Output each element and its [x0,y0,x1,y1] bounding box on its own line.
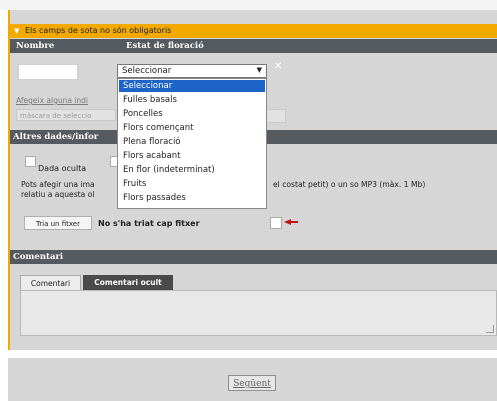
tab-hidden-comment[interactable]: Comentari ocult [83,275,173,290]
pin-icon [284,219,298,225]
option-plena-floracio[interactable]: Plena floració [119,136,265,148]
tab-comment[interactable]: Comentari [20,275,81,290]
flowering-state-dropdown: Seleccionar Fulles basals Poncelles Flor… [117,78,267,209]
column-header: Nombre Estat de floració [10,39,497,53]
next-button[interactable]: Següent [228,375,276,391]
triangle-down-icon: ▼ [14,27,20,35]
flowering-state-select[interactable]: Seleccionar ▼ [117,64,267,78]
comments-header: Comentari [10,250,497,264]
option-flors-comencant[interactable]: Flors començant [119,122,265,134]
select-value: Seleccionar [122,66,172,76]
other-data-title: Altres dades/infor [13,132,99,142]
resize-grip-icon[interactable] [486,325,494,333]
option-fulles-basals[interactable]: Fulles basals [119,94,265,106]
hidden-data-checkbox[interactable] [25,156,36,167]
top-strip [0,0,497,10]
option-seleccionar[interactable]: Seleccionar [119,80,265,92]
dropdown-arrow-icon: ▼ [256,66,262,74]
add-indication-link[interactable]: Afegeix alguna indi [16,96,88,105]
header-state: Estat de floració [126,41,204,51]
option-flors-passades[interactable]: Flors passades [119,192,265,204]
hidden-data-label: Dada oculta [38,164,87,173]
comment-textarea[interactable] [20,290,497,336]
comments-title: Comentari [13,252,64,262]
option-fruits[interactable]: Fruits [119,178,265,190]
header-name: Nombre [16,41,55,51]
option-en-flor[interactable]: En flor (indeterminat) [119,164,265,176]
close-icon[interactable]: ✕ [274,61,282,72]
file-checkbox[interactable] [270,217,282,229]
help-line-1-right: el costat petit) o un so MP3 (màx. 1 Mb) [273,180,426,189]
optional-notice-bar: ▼ Els camps de sota no són obligatoris [10,24,497,38]
mask-selector-input[interactable]: màscara de seleccio [16,109,116,121]
choose-file-button[interactable]: Tria un fitxer [24,216,92,230]
help-line-1-left: Pots afegir una ima [21,180,95,189]
file-status: No s'ha triat cap fitxer [98,219,200,228]
bottom-separator [8,350,497,358]
optional-notice-text: Els camps de sota no són obligatoris [25,26,172,35]
option-poncelles[interactable]: Poncelles [119,108,265,120]
name-input[interactable] [18,64,78,80]
option-flors-acabant[interactable]: Flors acabant [119,150,265,162]
help-line-2: relatiu a aquesta ol [21,190,95,199]
